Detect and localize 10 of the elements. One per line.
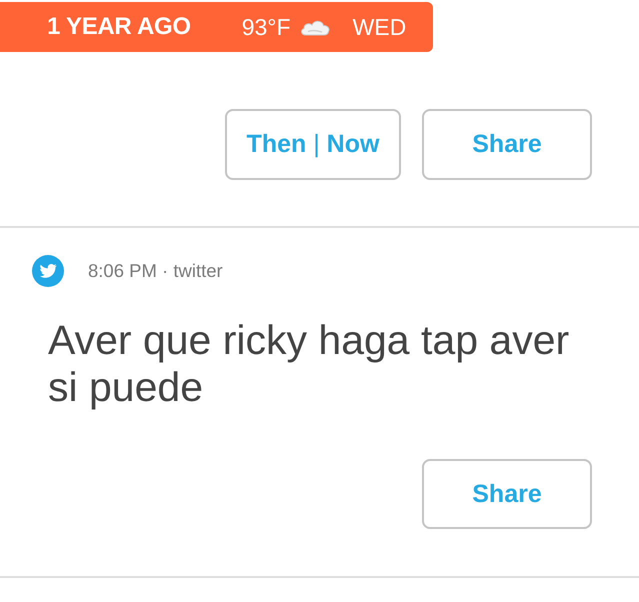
age-label: 1 YEAR AGO bbox=[47, 13, 191, 41]
cloud-icon bbox=[298, 18, 331, 36]
share-button[interactable]: Share bbox=[422, 459, 592, 529]
bird-icon bbox=[32, 255, 64, 287]
action-button[interactable]: Then | Now bbox=[225, 109, 401, 180]
post-time-source: 8:06 PM · twitter bbox=[88, 260, 223, 282]
temperature-label: 93°F bbox=[242, 14, 291, 40]
action-button[interactable]: Share bbox=[422, 109, 592, 180]
weekday-label: WED bbox=[352, 14, 406, 40]
post-text: Aver que ricky haga tap aver si puede bbox=[48, 317, 570, 411]
